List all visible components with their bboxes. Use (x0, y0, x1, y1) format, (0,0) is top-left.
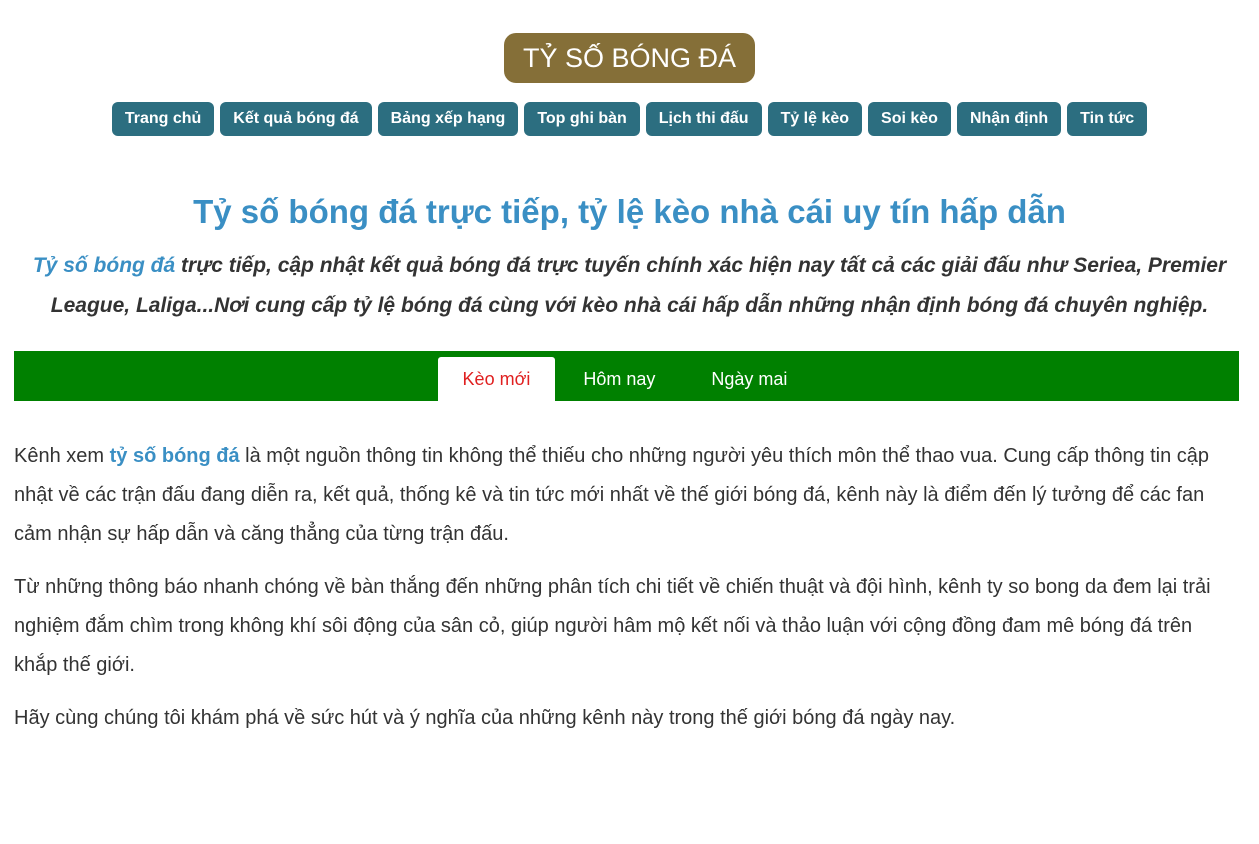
nav-item-betting-tips[interactable]: Soi kèo (868, 102, 951, 136)
main-nav: Trang chủ Kết quả bóng đá Bảng xếp hạng … (0, 102, 1259, 136)
nav-item-predictions[interactable]: Nhận định (956, 102, 1062, 136)
nav-item-odds[interactable]: Tỷ lệ kèo (767, 102, 863, 136)
logo-wrapper: TỶ SỐ BÓNG ĐÁ (0, 0, 1259, 83)
tab-today[interactable]: Hôm nay (555, 357, 683, 401)
content-paragraph-2: Từ những thông báo nhanh chóng về bàn th… (14, 576, 1211, 676)
site-logo[interactable]: TỶ SỐ BÓNG ĐÁ (503, 33, 756, 83)
nav-item-standings[interactable]: Bảng xếp hạng (377, 102, 519, 136)
intro-text: trực tiếp, cập nhật kết quả bóng đá trực… (50, 254, 1227, 317)
nav-item-home[interactable]: Trang chủ (111, 102, 215, 136)
odds-tab-bar: Kèo mới Hôm nay Ngày mai (14, 351, 1239, 401)
nav-item-results[interactable]: Kết quả bóng đá (220, 102, 372, 136)
nav-item-schedule[interactable]: Lịch thi đấu (645, 102, 762, 136)
nav-item-news[interactable]: Tin tức (1067, 102, 1148, 136)
article-content: Kênh xem tỷ số bóng đá là một nguồn thôn… (14, 437, 1229, 738)
p1-text-before: Kênh xem (14, 445, 110, 467)
content-paragraph-1: Kênh xem tỷ số bóng đá là một nguồn thôn… (14, 437, 1229, 554)
tab-tomorrow[interactable]: Ngày mai (683, 357, 815, 401)
tab-new-odds[interactable]: Kèo mới (437, 357, 556, 401)
content-paragraph-3: Hãy cùng chúng tôi khám phá về sức hút v… (14, 707, 956, 729)
p1-link[interactable]: tỷ số bóng đá (110, 445, 240, 467)
nav-item-top-scorers[interactable]: Top ghi bàn (524, 102, 640, 136)
intro-link[interactable]: Tỷ số bóng đá (33, 254, 175, 277)
page-title: Tỷ số bóng đá trực tiếp, tỷ lệ kèo nhà c… (193, 193, 1066, 230)
intro-paragraph: Tỷ số bóng đá trực tiếp, cập nhật kết qu… (14, 246, 1245, 326)
